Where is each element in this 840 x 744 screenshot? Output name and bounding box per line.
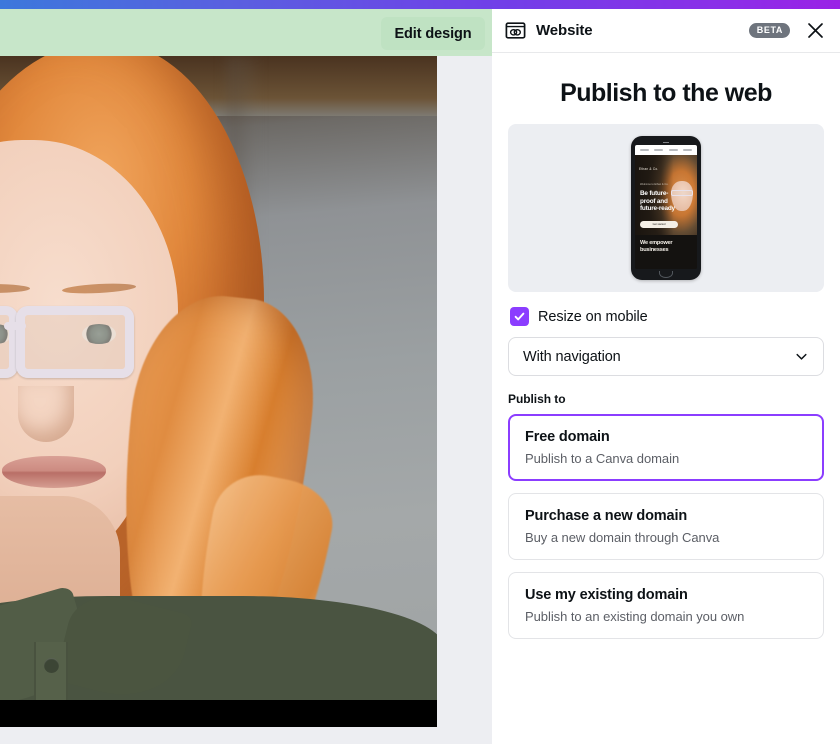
photo-nose [18,386,74,442]
photo-shirt-button-top [44,658,59,673]
preview-nav-item [668,149,678,151]
publish-to-label: Publish to [508,392,566,406]
navigation-select-value: With navigation [523,348,621,365]
photo-glasses-bridge [4,322,26,330]
publish-option-subtitle: Publish to a Canva domain [525,451,680,466]
preview-hero-headline: Be future-proof and future-ready [640,190,675,213]
publish-option-title: Use my existing domain [525,587,688,603]
publish-option-subtitle: Publish to an existing domain you own [525,609,745,624]
editor-toolbar: Edit design [0,9,492,56]
preview-hero-eyebrow: Welcome to Ethan & Co. [640,183,669,186]
panel-header: Website BETA [492,9,840,53]
design-editor-area: Edit design [0,9,492,744]
preview-hero-cta: Get started [640,221,678,228]
design-canvas-preview[interactable] [0,56,437,727]
publish-side-panel: Website BETA Publish to the web ▬▬ Ethan… [492,9,840,744]
publish-option-subtitle: Buy a new domain through Canva [525,530,720,545]
preview-site-nav [635,145,697,155]
publish-option-title: Purchase a new domain [525,508,688,524]
website-icon [505,20,526,41]
site-preview-container: ▬▬ Ethan & Co. Welcome to Ethan & Co. Be… [508,124,824,292]
panel-title: Website [536,22,593,39]
canvas-bottom-band [0,700,437,727]
preview-nav-item [639,149,649,151]
publish-option-existing-domain[interactable]: Use my existing domain Publish to an exi… [508,572,824,639]
publish-option-title: Free domain [525,429,610,445]
beta-badge: BETA [748,23,790,38]
preview-nav-item [683,149,693,151]
loading-gradient-bar [0,0,840,9]
photo-lips [2,456,106,488]
phone-preview: ▬▬ Ethan & Co. Welcome to Ethan & Co. Be… [631,136,701,280]
photo-glasses-lens-right [16,306,134,378]
preview-site-hero: Ethan & Co. Welcome to Ethan & Co. Be fu… [635,155,697,235]
phone-status-bar: ▬▬ [663,139,669,144]
close-icon[interactable] [804,20,826,42]
preview-site-logo: Ethan & Co. [639,167,659,171]
phone-home-indicator [659,271,673,278]
resize-on-mobile-checkbox[interactable] [510,307,529,326]
chevron-down-icon [794,349,809,364]
edit-design-button[interactable]: Edit design [381,17,485,50]
phone-screen: Ethan & Co. Welcome to Ethan & Co. Be fu… [635,145,697,269]
page-title: Publish to the web [560,79,772,107]
publish-option-free-domain[interactable]: Free domain Publish to a Canva domain [508,414,824,481]
preview-footer-heading: We empower businesses [640,240,673,253]
preview-nav-item [654,149,664,151]
publish-option-purchase-domain[interactable]: Purchase a new domain Buy a new domain t… [508,493,824,560]
resize-on-mobile-row[interactable]: Resize on mobile [508,304,824,337]
app-root: Edit design Website BETA Publish to the … [0,0,840,744]
preview-site-footer: We empower businesses [635,235,697,269]
navigation-select[interactable]: With navigation [508,337,824,376]
resize-on-mobile-label[interactable]: Resize on mobile [538,309,648,325]
panel-body: Publish to the web ▬▬ Ethan & Co. Welcom… [492,53,840,639]
